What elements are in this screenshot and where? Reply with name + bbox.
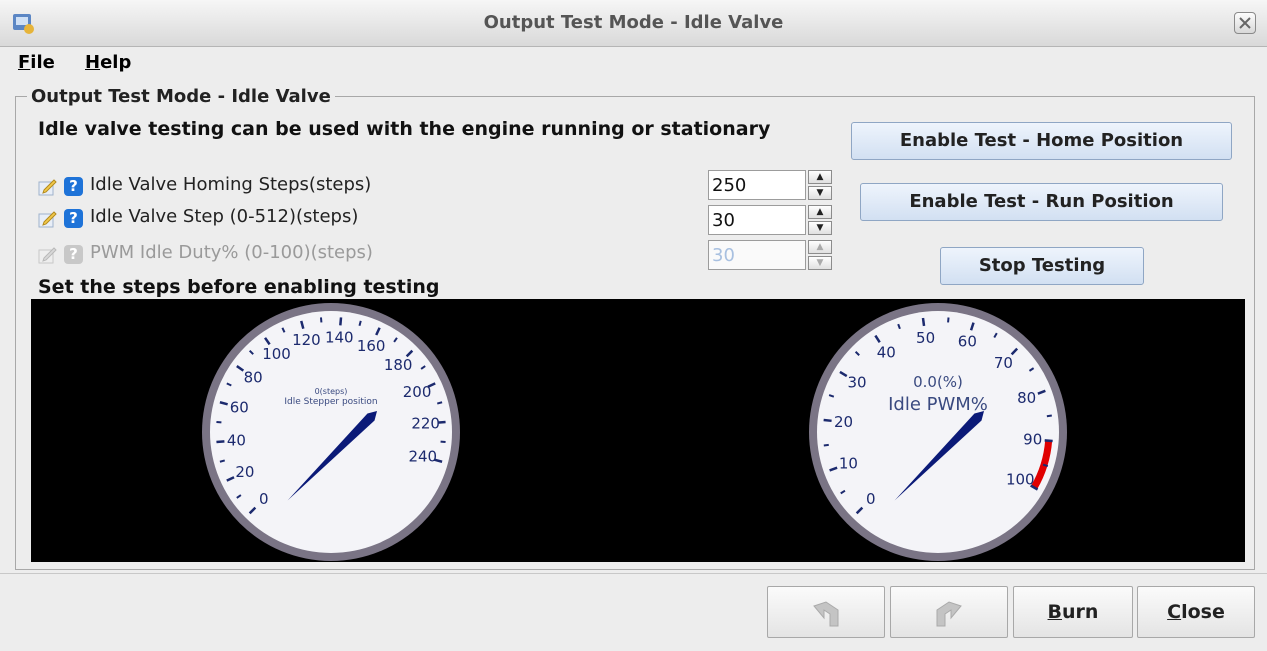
tick-label: 20 [834, 413, 853, 431]
param-label: Idle Valve Homing Steps(steps) [90, 174, 371, 195]
menu-file[interactable]: File [18, 52, 55, 73]
spin-down-icon[interactable]: ▼ [808, 221, 832, 235]
spin-up-icon: ▲ [808, 240, 832, 254]
tick-label: 0 [259, 490, 269, 508]
minor-tick [1047, 415, 1052, 416]
menu-help-mnemonic: H [85, 52, 100, 73]
close-mnemonic: C [1167, 601, 1181, 623]
valve-step-spinner: ▲▼ [708, 205, 833, 235]
tick-label: 50 [916, 329, 935, 347]
tick-label: 40 [227, 431, 246, 449]
window-close-button[interactable] [1234, 12, 1256, 34]
spin-up-icon[interactable]: ▲ [808, 205, 832, 219]
idle-pwm-gauge: 0 10 20 30 40 50 60 7080 90 100 0.0(%) Idle PWM% [809, 303, 1067, 561]
redo-button [890, 586, 1008, 638]
tick-label: 80 [244, 369, 263, 387]
enable-run-button[interactable]: Enable Test - Run Position [860, 183, 1223, 221]
tick-label: 120 [292, 331, 321, 349]
enable-home-button[interactable]: Enable Test - Home Position [851, 122, 1232, 160]
menu-bar: File Help [0, 47, 1267, 79]
help-icon[interactable]: ? [64, 177, 83, 196]
pwm-duty-spinner: ▲▼ [708, 240, 833, 270]
gauge-area: 0204060801001201401601802002202400(steps… [31, 299, 1245, 562]
param-label: PWM Idle Duty% (0-100)(steps) [90, 242, 373, 263]
title-bar: Output Test Mode - Idle Valve [0, 0, 1267, 47]
gauge-readout: 0(steps) [315, 387, 348, 396]
homing-steps-spinner: ▲▼ [708, 170, 833, 200]
close-label: lose [1181, 601, 1225, 623]
close-button[interactable]: Close [1137, 586, 1255, 638]
tick-label: 70 [994, 354, 1013, 372]
tick-label: 90 [1023, 430, 1042, 448]
note-text: Set the steps before enabling testing [38, 276, 439, 298]
minor-tick [1043, 465, 1048, 466]
help-icon[interactable]: ? [64, 209, 83, 228]
minor-tick [824, 445, 829, 446]
major-tick [1045, 440, 1053, 441]
major-tick [340, 317, 341, 325]
gauge-canvas: 0204060801001201401601802002202400(steps… [31, 299, 1245, 562]
spin-up-icon[interactable]: ▲ [808, 170, 832, 184]
menu-help-label: elp [100, 52, 131, 73]
tick-label: 180 [384, 356, 413, 374]
gauge-title: Idle Stepper position [284, 397, 377, 407]
spin-down-icon: ▼ [808, 256, 832, 270]
idle-stepper-gauge: 0 20 40 60 80 100120140160180 200 220 240 0(steps… [202, 303, 460, 561]
undo-button [767, 586, 885, 638]
tick-label: 60 [230, 398, 249, 416]
info-text: Idle valve testing can be used with the … [38, 118, 770, 140]
valve-step-input[interactable] [708, 205, 806, 235]
edit-pencil-icon[interactable] [38, 210, 58, 228]
tick-label: 100 [262, 345, 291, 363]
tick-label: 60 [958, 333, 977, 351]
edit-pencil-icon [38, 246, 58, 264]
param-label: Idle Valve Step (0-512)(steps) [90, 206, 358, 227]
major-tick [824, 420, 832, 421]
window-title: Output Test Mode - Idle Valve [0, 12, 1267, 33]
tick-label: 10 [839, 455, 858, 473]
minor-tick [359, 321, 360, 326]
tick-label: 20 [235, 463, 254, 481]
tick-label: 200 [403, 383, 432, 401]
tick-label: 160 [357, 337, 386, 355]
major-tick [923, 318, 924, 326]
tick-label: 30 [847, 373, 866, 391]
homing-steps-input[interactable] [708, 170, 806, 200]
tick-label: 0 [866, 490, 876, 508]
major-tick [216, 441, 224, 442]
tick-label: 100 [1006, 471, 1035, 489]
close-icon [1235, 13, 1255, 33]
menu-file-mnemonic: F [18, 52, 30, 73]
tick-label: 240 [408, 448, 437, 466]
pwm-duty-input [708, 240, 806, 270]
burn-button[interactable]: Burn [1013, 586, 1133, 638]
tick-label: 140 [325, 328, 354, 346]
stop-testing-button[interactable]: Stop Testing [940, 247, 1144, 285]
gauge-title: Idle PWM% [888, 394, 988, 415]
tick-label: 40 [877, 343, 896, 361]
gauge-readout: 0.0(%) [913, 373, 963, 391]
edit-pencil-icon[interactable] [38, 178, 58, 196]
redo-arrow-icon [929, 592, 969, 632]
spin-down-icon[interactable]: ▼ [808, 186, 832, 200]
panel-title: Output Test Mode - Idle Valve [27, 86, 335, 107]
menu-file-label: ile [30, 52, 55, 73]
tick-label: 220 [411, 415, 440, 433]
minor-tick [220, 460, 225, 461]
tick-label: 80 [1017, 389, 1036, 407]
undo-arrow-icon [806, 592, 846, 632]
menu-help[interactable]: Help [85, 52, 131, 73]
burn-label: urn [1062, 601, 1098, 623]
minor-tick [437, 402, 442, 403]
burn-mnemonic: B [1048, 601, 1062, 623]
help-icon: ? [64, 245, 83, 264]
